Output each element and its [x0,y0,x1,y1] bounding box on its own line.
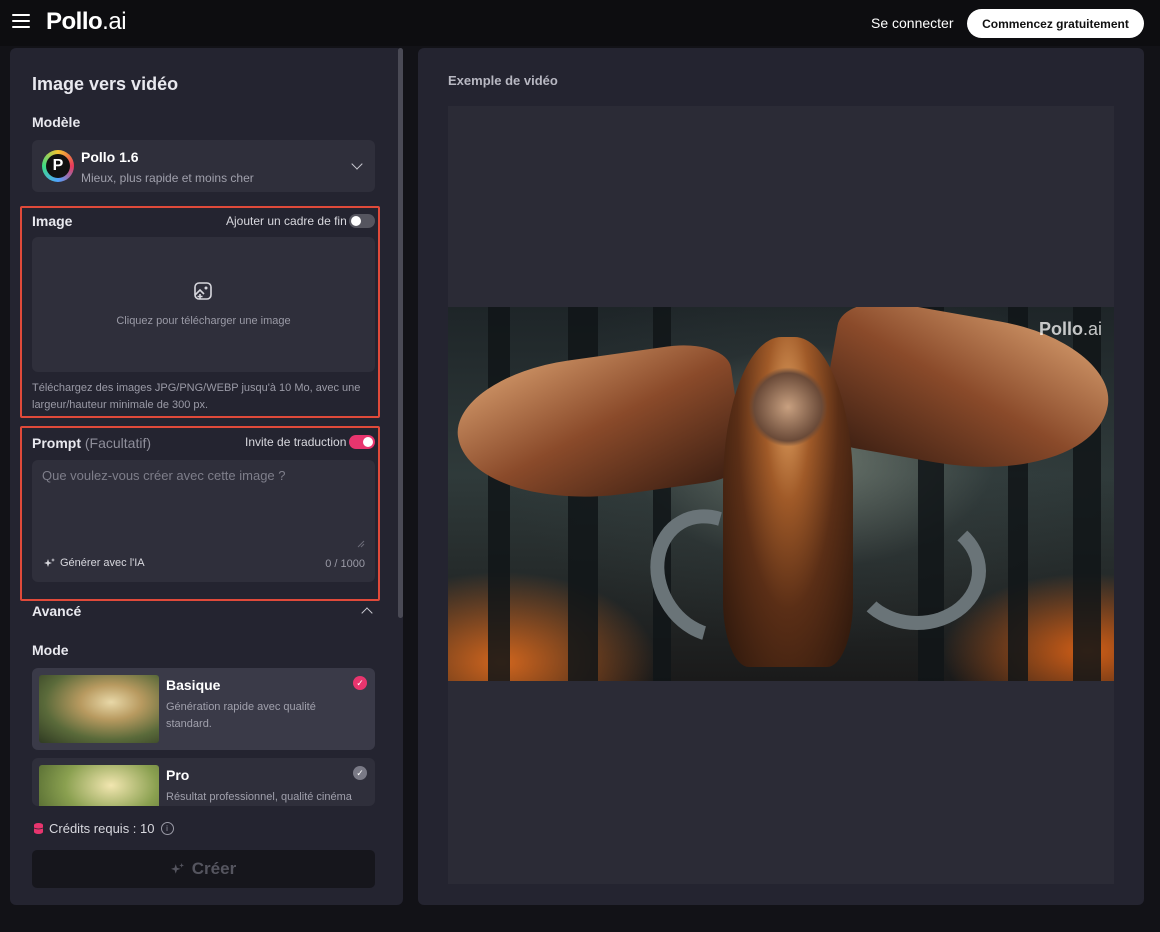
mode-option-pro[interactable]: Pro Résultat professionnel, qualité ciné… [32,758,375,806]
logo[interactable]: Pollo.ai [46,8,127,36]
end-frame-toggle[interactable] [349,214,375,228]
video-watermark: Pollo.ai [1038,319,1102,339]
generate-with-ai-button[interactable]: Générer avec l'IA [44,557,145,569]
generator-panel: Image vers vidéo Modèle P Pollo 1.6 Mieu… [10,48,403,905]
model-name: Pollo 1.6 [81,149,139,165]
image-upload-area[interactable]: Cliquez pour télécharger une image [32,237,375,372]
check-icon: ✓ [353,676,367,690]
login-link[interactable]: Se connecter [871,15,954,31]
pollo-logo-icon: P [42,150,74,182]
resize-handle-icon[interactable] [357,540,365,548]
preview-title: Exemple de vidéo [448,73,558,88]
top-bar: Pollo.ai Se connecter Commencez gratuite… [0,0,1160,46]
image-upload-icon [194,282,212,300]
create-button[interactable]: Créer [32,850,375,888]
translate-label: Invite de traduction [245,435,347,449]
prompt-label: Prompt (Facultatif) [32,435,152,451]
credits-icon [34,823,43,834]
model-label: Modèle [32,114,81,130]
mode-name: Pro [166,767,190,783]
mode-label: Mode [32,642,69,658]
prompt-placeholder: Que voulez-vous créer avec cette image ? [42,468,286,483]
model-description: Mieux, plus rapide et moins cher [81,171,254,185]
mode-description: Résultat professionnel, qualité cinéma [166,791,352,803]
translate-toggle[interactable] [349,435,375,449]
sparkle-icon [44,557,55,567]
chevron-up-icon[interactable] [361,607,373,619]
logo-suffix: .ai [102,8,127,35]
pro-thumbnail [39,765,159,806]
chevron-down-icon [351,158,363,170]
model-select[interactable]: P Pollo 1.6 Mieux, plus rapide et moins … [32,140,375,192]
end-frame-label: Ajouter un cadre de fin [226,214,347,228]
upload-hint: Téléchargez des images JPG/PNG/WEBP jusq… [32,382,361,411]
sparkle-icon [170,862,184,874]
page-title: Image vers vidéo [32,74,179,94]
check-icon: ✓ [353,766,367,780]
info-icon[interactable]: i [160,822,174,835]
preview-panel: Exemple de vidéo Pollo.ai [418,48,1144,905]
example-video[interactable]: Pollo.ai [448,307,1114,681]
advanced-label[interactable]: Avancé [32,603,81,619]
menu-icon[interactable] [12,14,30,30]
credits-required: Crédits requis : 10 i [34,821,174,836]
mode-option-basique[interactable]: Basique Génération rapide avec qualité s… [32,668,375,750]
video-container: Pollo.ai [448,106,1114,884]
logo-text: Pollo [46,8,103,35]
start-free-button[interactable]: Commencez gratuitement [967,9,1144,38]
mode-name: Basique [166,677,221,693]
mode-description: Génération rapide avec qualité standard. [166,701,316,730]
basique-thumbnail [39,675,159,743]
upload-text: Cliquez pour télécharger une image [116,315,291,327]
scroll-fade [10,806,403,818]
character-counter: 0 / 1000 [325,558,365,570]
prompt-input[interactable]: Que voulez-vous créer avec cette image ?… [32,460,375,582]
prompt-optional: (Facultatif) [84,435,152,451]
credits-text: Crédits requis : 10 [49,821,155,836]
panel-scrollbar[interactable] [398,48,403,618]
image-label: Image [32,213,73,229]
